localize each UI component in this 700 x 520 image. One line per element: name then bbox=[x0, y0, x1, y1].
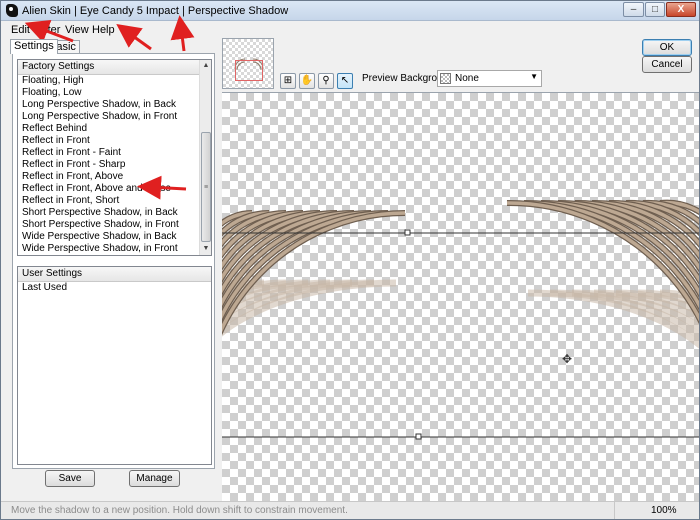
menu-filter[interactable]: Filter bbox=[36, 24, 60, 36]
status-hint: Move the shadow to a new position. Hold … bbox=[11, 505, 348, 516]
save-button[interactable]: Save bbox=[45, 470, 95, 487]
user-settings-header: User Settings bbox=[18, 267, 211, 282]
factory-setting-item[interactable]: Short Perspective Shadow, in Front bbox=[18, 219, 211, 231]
move-cursor-icon: ✥ bbox=[562, 352, 572, 366]
scroll-up-icon[interactable]: ▲ bbox=[200, 60, 211, 72]
factory-setting-item[interactable]: Reflect in Front, Above and Close bbox=[18, 183, 211, 195]
preview-artwork: ✥ bbox=[222, 199, 699, 440]
manage-button[interactable]: Manage bbox=[129, 470, 180, 487]
zoom-cell: 100% bbox=[614, 502, 699, 519]
preview-canvas[interactable]: ✥ bbox=[222, 92, 699, 501]
menu-view[interactable]: View bbox=[65, 24, 89, 36]
factory-setting-item[interactable]: Reflect in Front, Above bbox=[18, 171, 211, 183]
status-bar: Move the shadow to a new position. Hold … bbox=[1, 501, 699, 519]
factory-setting-item[interactable]: Reflect in Front bbox=[18, 135, 211, 147]
factory-scrollbar[interactable]: ▲ ≡ ▼ bbox=[199, 60, 211, 255]
factory-settings-header: Factory Settings bbox=[18, 60, 211, 75]
factory-settings-items: Floating, High Floating, Low Long Perspect… bbox=[18, 75, 211, 255]
app-window: Alien Skin | Eye Candy 5 Impact | Perspe… bbox=[0, 0, 700, 520]
factory-setting-item[interactable]: Short Perspective Shadow, in Back bbox=[18, 207, 211, 219]
factory-setting-item[interactable]: Reflect Behind bbox=[18, 123, 211, 135]
menu-bar: Edit Filter View Help bbox=[1, 21, 699, 38]
transparency-swatch-icon bbox=[440, 73, 451, 84]
close-button[interactable]: X bbox=[666, 2, 696, 17]
zoom-fit-icon[interactable]: ⊞ bbox=[280, 73, 296, 89]
settings-panel: Factory Settings Floating, High Floating,… bbox=[12, 53, 215, 469]
maximize-button[interactable]: □ bbox=[645, 2, 665, 17]
cancel-button[interactable]: Cancel bbox=[642, 56, 692, 73]
ok-button[interactable]: OK bbox=[642, 39, 692, 56]
preview-background-value: None bbox=[455, 73, 479, 84]
factory-setting-item[interactable]: Long Perspective Shadow, in Front bbox=[18, 111, 211, 123]
factory-setting-item[interactable]: Long Perspective Shadow, in Back bbox=[18, 99, 211, 111]
user-settings-items: Last Used bbox=[18, 282, 211, 294]
menu-edit[interactable]: Edit bbox=[11, 24, 30, 36]
factory-setting-item[interactable]: Reflect in Front - Faint bbox=[18, 147, 211, 159]
factory-setting-item[interactable]: Reflect in Front, Short bbox=[18, 195, 211, 207]
scroll-down-icon[interactable]: ▼ bbox=[200, 243, 211, 255]
zoom-level: 100% bbox=[651, 505, 677, 516]
arrow-pointer-icon[interactable]: ↖ bbox=[337, 73, 353, 89]
preview-background-select[interactable]: None ▼ bbox=[437, 70, 542, 87]
user-settings-list: User Settings Last Used bbox=[17, 266, 212, 465]
factory-settings-list: Factory Settings Floating, High Floating,… bbox=[17, 59, 212, 256]
navigator-view-frame[interactable] bbox=[235, 60, 263, 81]
hand-icon[interactable]: ✋ bbox=[299, 73, 315, 89]
window-title: Alien Skin | Eye Candy 5 Impact | Perspe… bbox=[22, 5, 289, 17]
factory-setting-item[interactable]: Reflect in Front - Sharp bbox=[18, 159, 211, 171]
chevron-down-icon: ▼ bbox=[530, 72, 538, 81]
user-setting-item[interactable]: Last Used bbox=[18, 282, 211, 294]
horizon-handle bbox=[404, 229, 411, 236]
scroll-thumb[interactable]: ≡ bbox=[201, 132, 211, 242]
tab-settings[interactable]: Settings bbox=[10, 39, 58, 54]
shadow-handle bbox=[415, 433, 422, 440]
factory-setting-item[interactable]: Wide Perspective Shadow, in Back bbox=[18, 231, 211, 243]
factory-setting-item[interactable]: Floating, High bbox=[18, 75, 211, 87]
factory-setting-item[interactable]: Wide Perspective Shadow, in Front bbox=[18, 243, 211, 255]
magnifier-icon[interactable]: ⚲ bbox=[318, 73, 334, 89]
navigator-thumbnail[interactable] bbox=[222, 38, 274, 89]
alien-skin-logo-icon bbox=[6, 4, 18, 17]
factory-setting-item[interactable]: Floating, Low bbox=[18, 87, 211, 99]
title-bar: Alien Skin | Eye Candy 5 Impact | Perspe… bbox=[1, 1, 699, 21]
minimize-button[interactable]: – bbox=[623, 2, 644, 17]
menu-help[interactable]: Help bbox=[92, 24, 115, 36]
grip-icon: ≡ bbox=[204, 184, 209, 191]
